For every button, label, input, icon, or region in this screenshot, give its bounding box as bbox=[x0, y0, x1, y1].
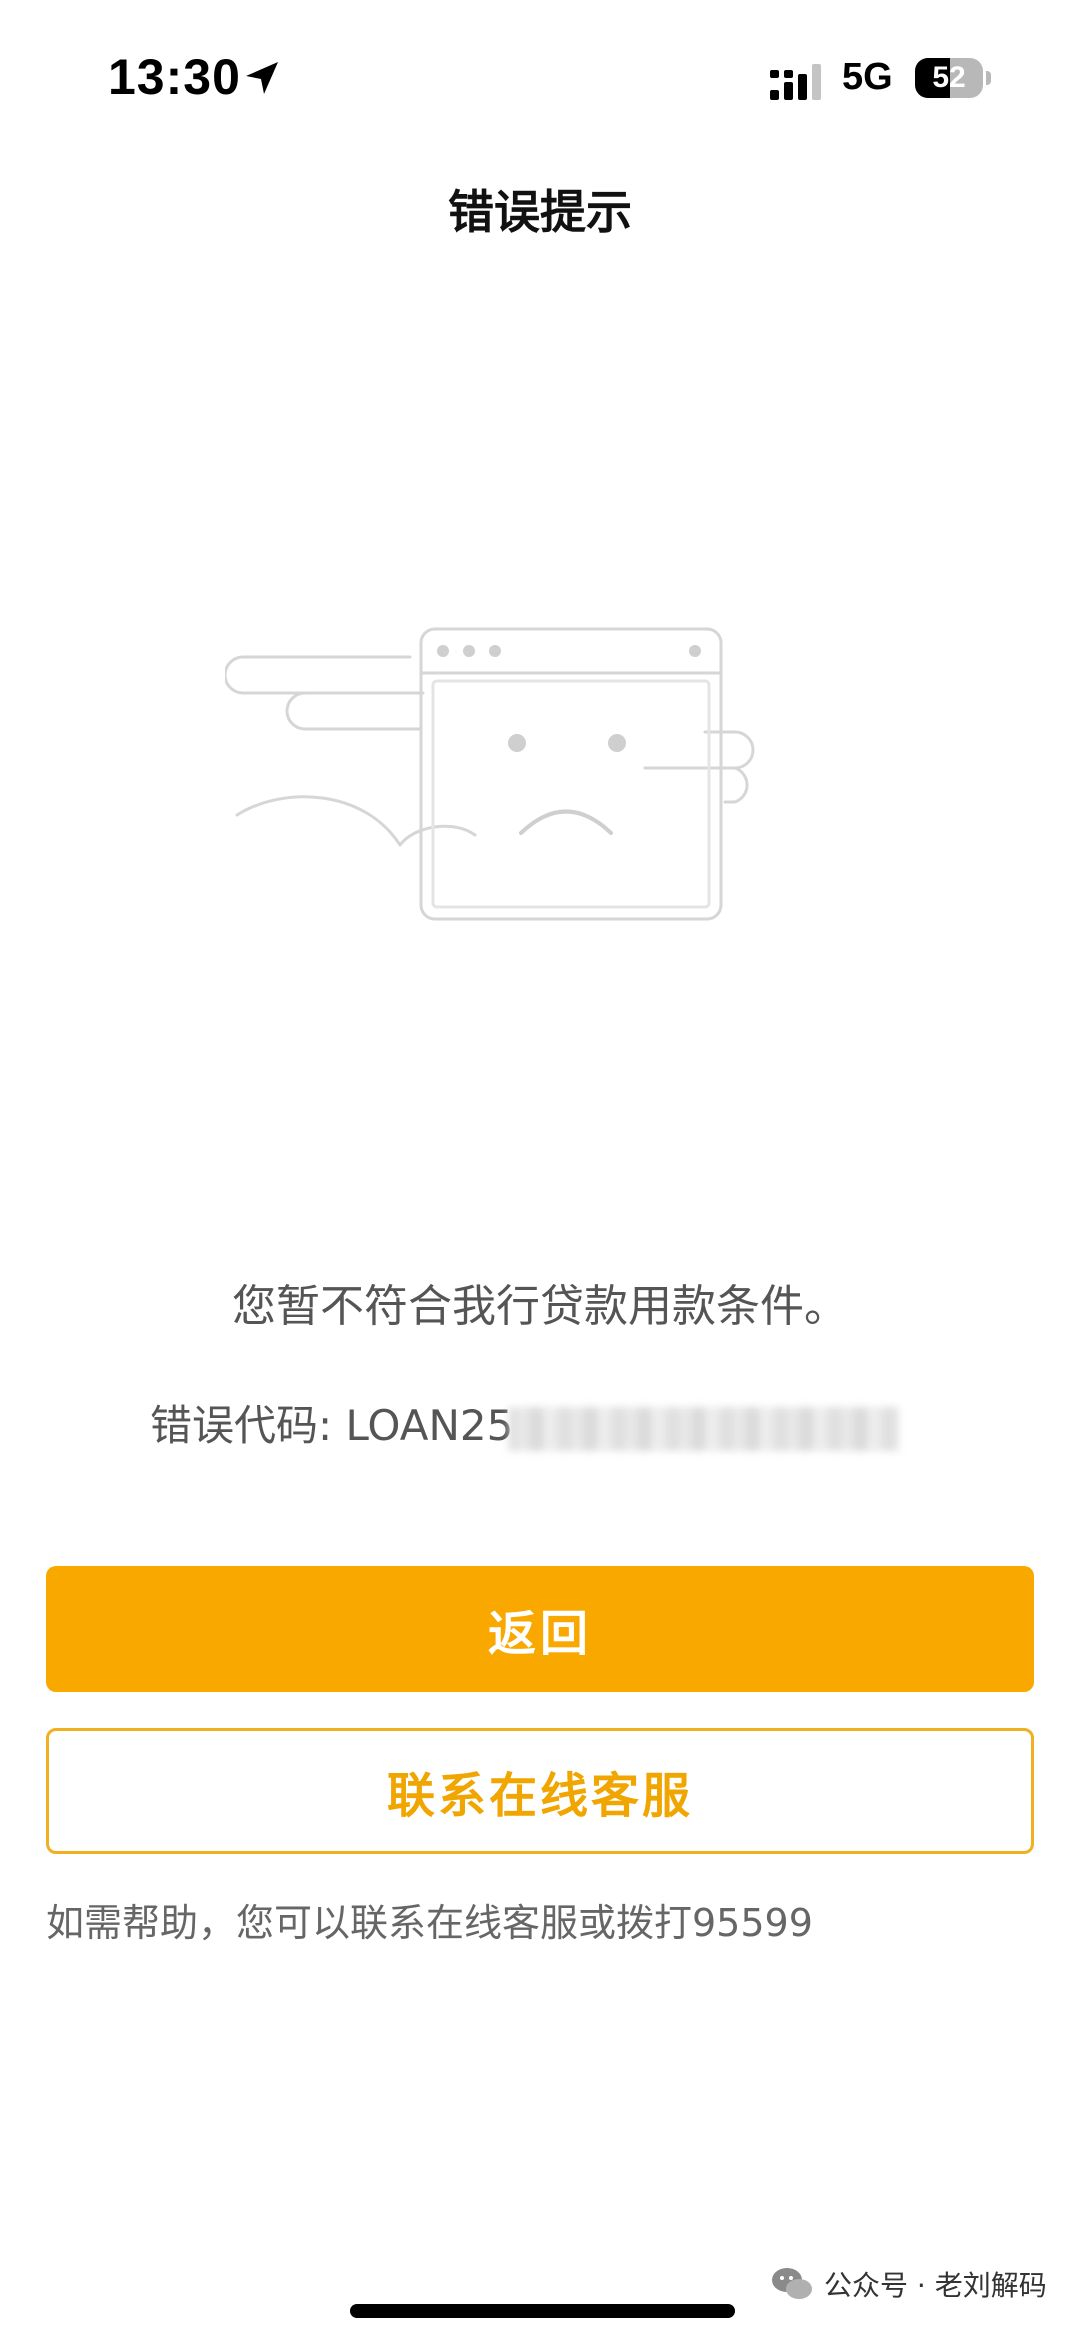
error-code-label: 错误代码: LOAN25 bbox=[150, 1401, 514, 1450]
error-code: 错误代码: LOAN25 bbox=[150, 1392, 900, 1453]
page-title: 错误提示 bbox=[448, 185, 632, 239]
signal-bars-icon bbox=[770, 64, 821, 100]
watermark: 公众号 · 老刘解码 bbox=[770, 2262, 1047, 2306]
wechat-icon bbox=[772, 2268, 812, 2299]
home-indicator[interactable] bbox=[350, 2304, 735, 2318]
status-time: 13:30 bbox=[108, 49, 241, 105]
error-message: 您暂不符合我行贷款用款条件。 bbox=[232, 1281, 848, 1332]
location-arrow-icon bbox=[246, 62, 278, 94]
error-code-redacted bbox=[509, 1406, 900, 1451]
watermark-text: 公众号 · 老刘解码 bbox=[824, 2269, 1047, 2302]
network-type: 5G bbox=[842, 56, 893, 98]
battery-level: 52 bbox=[932, 61, 966, 94]
status-bar: 13:30 5G 52 bbox=[0, 0, 1080, 150]
contact-support-button[interactable]: 联系在线客服 bbox=[46, 1728, 1034, 1854]
help-text: 如需帮助，您可以联系在线客服或拨打95599 bbox=[46, 1901, 813, 1945]
battery-icon: 52 bbox=[915, 58, 991, 98]
back-button[interactable]: 返回 bbox=[46, 1566, 1034, 1692]
sad-browser-window-icon bbox=[225, 627, 755, 921]
